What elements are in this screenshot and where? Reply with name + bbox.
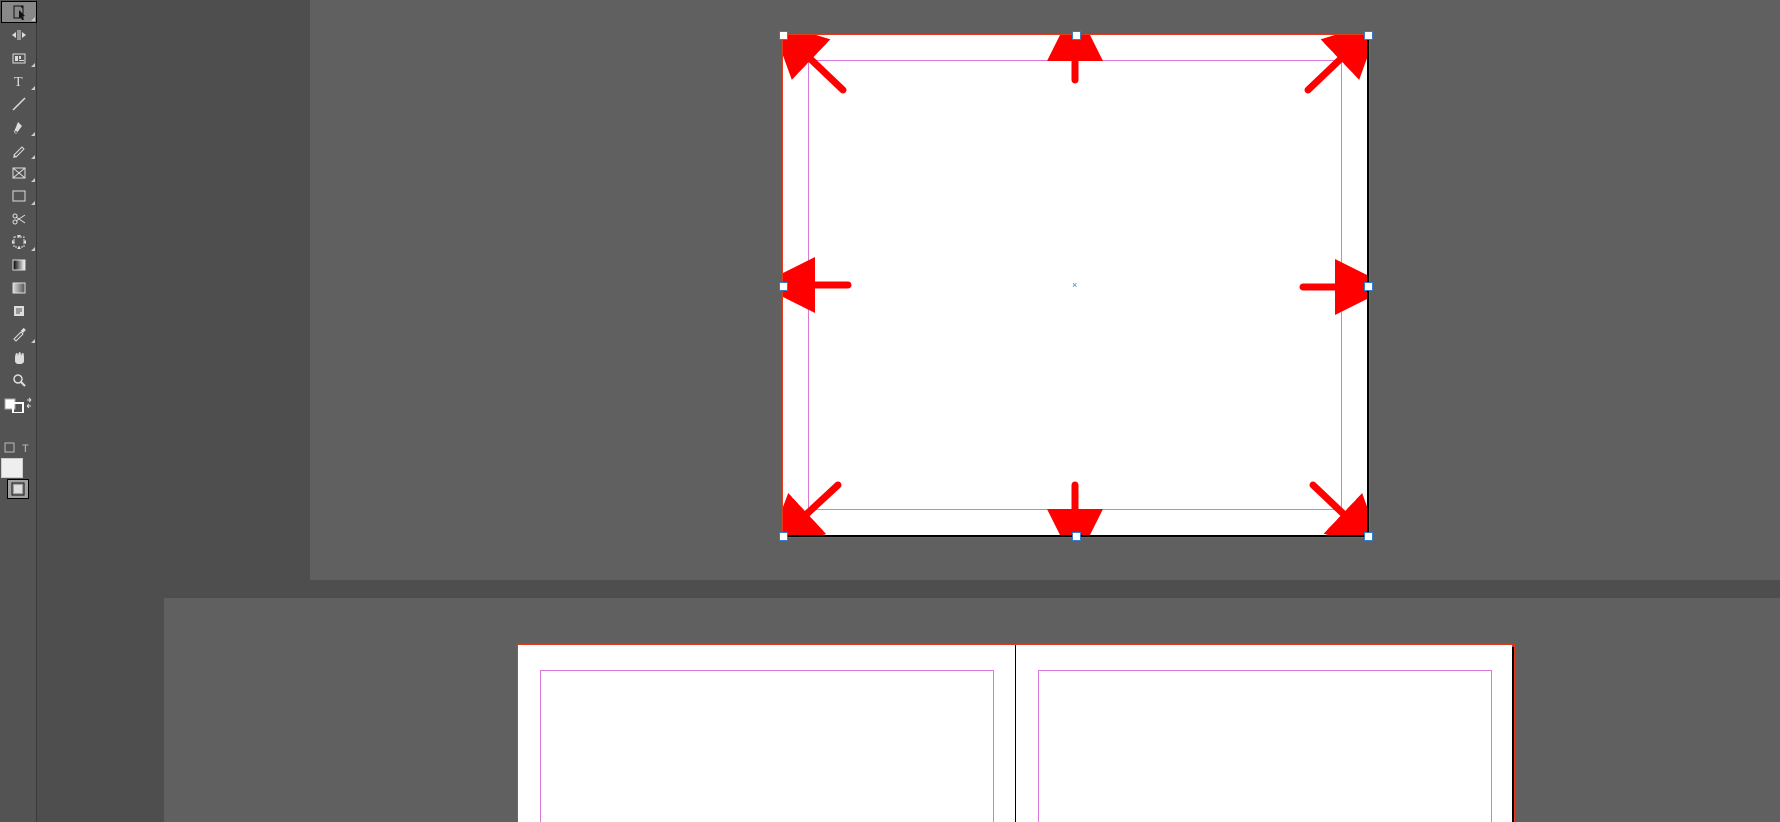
flyout-indicator-icon bbox=[31, 339, 35, 343]
hand-tool[interactable] bbox=[1, 346, 37, 368]
note-tool[interactable] bbox=[1, 300, 37, 322]
content-collector-tool[interactable] bbox=[1, 47, 37, 69]
gradient-swatch-icon bbox=[11, 257, 27, 273]
scissors-tool[interactable] bbox=[1, 208, 37, 230]
rectangle-tool[interactable] bbox=[1, 185, 37, 207]
pencil-tool[interactable] bbox=[1, 139, 37, 161]
page-tool[interactable] bbox=[1, 1, 37, 23]
document-spread-2-3[interactable] bbox=[518, 645, 1512, 822]
note-icon bbox=[11, 303, 27, 319]
flyout-indicator-icon bbox=[31, 201, 35, 205]
line-tool-icon bbox=[11, 96, 27, 112]
type-tool-icon: T bbox=[11, 73, 27, 89]
free-transform-tool[interactable] bbox=[1, 231, 37, 253]
content-collector-icon bbox=[11, 50, 27, 66]
pen-tool-icon bbox=[11, 119, 27, 135]
fill-stroke-toggle[interactable] bbox=[1, 395, 35, 415]
apply-color-swatch[interactable] bbox=[1, 458, 23, 478]
toolbox: T bbox=[0, 0, 37, 822]
gradient-swatch-tool[interactable] bbox=[1, 254, 37, 276]
formatting-affects-toggle[interactable]: T bbox=[1, 437, 35, 457]
gap-tool[interactable] bbox=[1, 24, 37, 46]
eyedropper-tool[interactable] bbox=[1, 323, 37, 345]
svg-text:T: T bbox=[14, 75, 23, 89]
formatting-container-icon bbox=[4, 442, 15, 453]
gradient-feather-icon bbox=[11, 280, 27, 296]
gradient-feather-tool[interactable] bbox=[1, 277, 37, 299]
flyout-indicator-icon bbox=[31, 86, 35, 90]
page-tool-icon bbox=[11, 4, 27, 20]
fill-stroke-icon bbox=[4, 397, 32, 413]
screen-mode-button[interactable] bbox=[7, 479, 29, 499]
hand-icon bbox=[11, 349, 27, 365]
flyout-indicator-icon bbox=[31, 63, 35, 67]
flyout-indicator-icon bbox=[31, 247, 35, 251]
screen-mode-icon bbox=[11, 482, 25, 496]
rectangle-frame-tool[interactable] bbox=[1, 162, 37, 184]
flyout-indicator-icon bbox=[31, 132, 35, 136]
formatting-text-icon: T bbox=[21, 442, 32, 453]
rectangle-tool-icon bbox=[11, 188, 27, 204]
flyout-indicator-icon bbox=[31, 178, 35, 182]
gap-tool-icon bbox=[11, 27, 27, 43]
rectangle-frame-icon bbox=[11, 165, 27, 181]
pen-tool[interactable] bbox=[1, 116, 37, 138]
type-tool[interactable]: T bbox=[1, 70, 37, 92]
page-3-margin-guide bbox=[1038, 670, 1492, 822]
eyedropper-icon bbox=[11, 326, 27, 342]
page-margin-guide bbox=[808, 60, 1342, 510]
zoom-icon bbox=[11, 372, 27, 388]
line-tool[interactable] bbox=[1, 93, 37, 115]
zoom-tool[interactable] bbox=[1, 369, 37, 391]
spread-spine bbox=[1015, 645, 1016, 822]
free-transform-icon bbox=[11, 234, 27, 250]
scissors-icon bbox=[11, 211, 27, 227]
flyout-indicator-icon bbox=[31, 155, 35, 159]
flyout-indicator-icon bbox=[31, 17, 35, 21]
pencil-tool-icon bbox=[11, 142, 27, 158]
page-2-margin-guide bbox=[540, 670, 994, 822]
document-page-1[interactable]: × bbox=[783, 35, 1367, 535]
svg-text:T: T bbox=[22, 443, 29, 453]
